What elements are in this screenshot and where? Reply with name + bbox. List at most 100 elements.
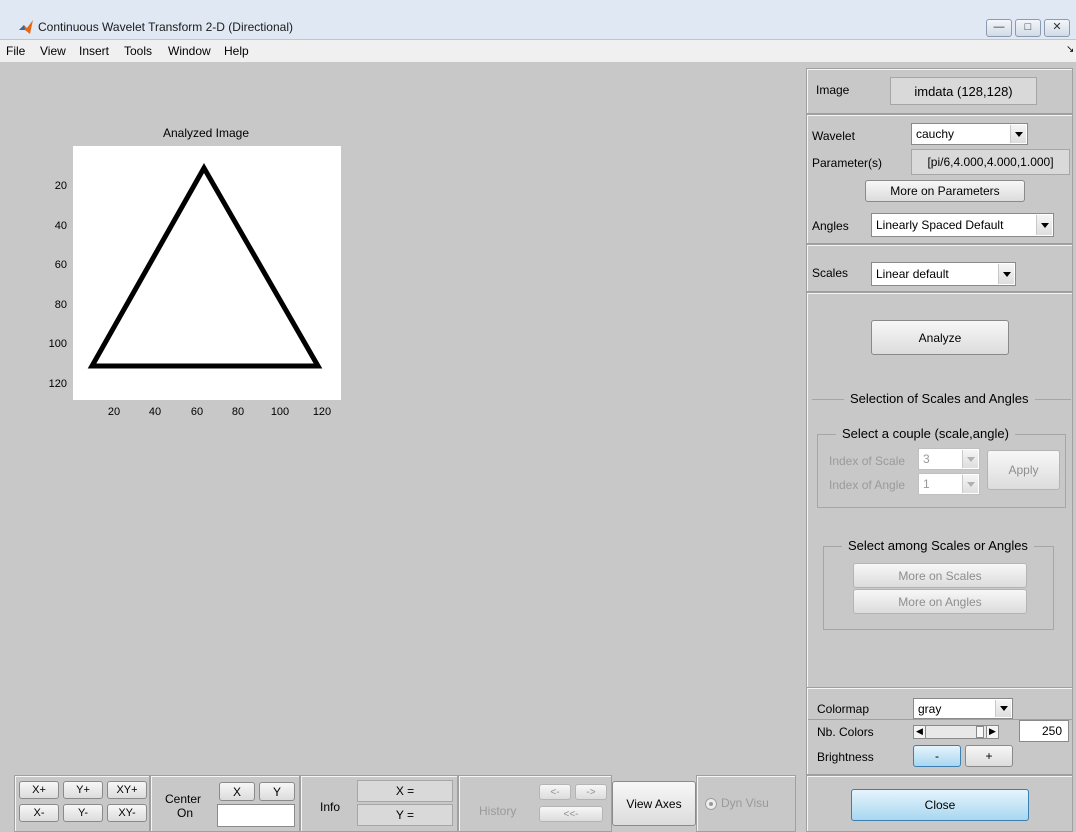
couple-title: Select a couple (scale,angle): [836, 426, 1015, 441]
radio-dot-icon: [709, 802, 713, 806]
y-tick-label: 20: [55, 180, 67, 192]
nb-colors-slider[interactable]: ◀ ▶: [913, 725, 999, 739]
image-panel: Image imdata (128,128): [806, 68, 1073, 114]
angles-select[interactable]: Linearly Spaced Default: [871, 213, 1054, 237]
y-tick-label: 120: [49, 378, 67, 390]
window-title: Continuous Wavelet Transform 2-D (Direct…: [38, 20, 293, 34]
among-groupbox: [823, 546, 1054, 630]
among-title: Select among Scales or Angles: [842, 538, 1034, 553]
selection-title: Selection of Scales and Angles: [844, 391, 1035, 406]
scales-select[interactable]: Linear default: [871, 262, 1016, 286]
chevron-down-icon: [1036, 215, 1052, 235]
brightness-minus-button[interactable]: -: [913, 745, 961, 767]
menu-bar: File View Insert Tools Window Help ↘: [0, 40, 1076, 62]
analysis-panel: Analyze Selection of Scales and Angles S…: [806, 292, 1073, 720]
wavelet-label: Wavelet: [812, 129, 855, 143]
analyzed-image-plot: Analyzed Image 20 40 60 80 100 120 20 40…: [49, 126, 341, 418]
wavelet-select-value: cauchy: [916, 127, 955, 141]
scales-panel: Scales Linear default: [806, 244, 1073, 292]
x-tick-label: 20: [108, 406, 120, 418]
history-back-button[interactable]: <-: [539, 784, 571, 800]
colormap-panel: Colormap gray Nb. Colors ◀ ▶ 250 Brightn…: [806, 687, 1073, 775]
xy-plus-button[interactable]: XY+: [107, 781, 147, 799]
y-tick-label: 60: [55, 259, 67, 271]
menu-view[interactable]: View: [40, 44, 66, 58]
dyn-visu-label: Dyn Visu: [721, 796, 769, 810]
y-plus-button[interactable]: Y+: [63, 781, 103, 799]
scales-label: Scales: [812, 266, 849, 280]
menu-tools[interactable]: Tools: [124, 44, 152, 58]
index-of-angle-select[interactable]: 1: [918, 473, 980, 495]
more-on-scales-button[interactable]: More on Scales: [853, 563, 1027, 588]
colormap-label: Colormap: [817, 702, 870, 716]
apply-button[interactable]: Apply: [987, 450, 1060, 490]
x-coordinate-readout: X =: [357, 780, 453, 802]
xy-minus-button[interactable]: XY-: [107, 804, 147, 822]
menu-window[interactable]: Window: [168, 44, 211, 58]
x-tick-label: 100: [271, 406, 289, 418]
brightness-label: Brightness: [817, 750, 874, 764]
center-x-button[interactable]: X: [219, 782, 255, 801]
slider-thumb[interactable]: [976, 726, 984, 738]
colormap-value: gray: [918, 701, 942, 716]
parameters-field: [pi/6,4.000,4.000,1.000]: [911, 149, 1070, 175]
angles-label: Angles: [812, 219, 849, 233]
matlab-icon: [19, 20, 33, 34]
history-first-button[interactable]: <<-: [539, 806, 603, 822]
dyn-visu-panel: Dyn Visu: [696, 775, 796, 832]
wavelet-select[interactable]: cauchy: [911, 123, 1028, 145]
image-name-field: imdata (128,128): [890, 77, 1037, 105]
toolbar-arrow-icon[interactable]: ↘: [1066, 44, 1074, 55]
history-forward-button[interactable]: ->: [575, 784, 607, 800]
y-coordinate-readout: Y =: [357, 804, 453, 826]
x-plus-button[interactable]: X+: [19, 781, 59, 799]
chevron-down-icon: [998, 264, 1014, 284]
maximize-icon[interactable]: □: [1015, 19, 1041, 37]
chevron-down-icon: [995, 700, 1011, 717]
x-tick-label: 120: [313, 406, 331, 418]
x-tick-label: 60: [191, 406, 203, 418]
close-icon[interactable]: ✕: [1044, 19, 1070, 37]
figure-area: Analyzed Image 20 40 60 80 100 120 20 40…: [0, 62, 1076, 832]
chevron-down-icon: [962, 450, 978, 468]
index-of-scale-select[interactable]: 3: [918, 448, 980, 470]
index-of-angle-value: 1: [923, 477, 930, 491]
slider-right-arrow-icon[interactable]: ▶: [986, 726, 998, 738]
wavelet-panel: Wavelet cauchy Parameter(s) [pi/6,4.000,…: [806, 114, 1073, 244]
brightness-plus-button[interactable]: +: [965, 745, 1013, 767]
y-tick-label: 40: [55, 220, 67, 232]
parameters-label: Parameter(s): [812, 156, 883, 170]
image-label: Image: [816, 83, 850, 97]
menu-help[interactable]: Help: [224, 44, 249, 58]
x-minus-button[interactable]: X-: [19, 804, 59, 822]
info-label: Info: [320, 800, 341, 814]
close-panel: Close: [806, 775, 1073, 832]
y-tick-label: 100: [49, 338, 67, 350]
slider-left-arrow-icon[interactable]: ◀: [914, 726, 926, 738]
colormap-select[interactable]: gray: [913, 698, 1013, 719]
center-on-input[interactable]: [217, 804, 295, 827]
dyn-visu-radio[interactable]: [705, 798, 717, 810]
x-tick-label: 40: [149, 406, 161, 418]
center-y-button[interactable]: Y: [259, 782, 295, 801]
center-on-panel: Center On X Y: [150, 775, 300, 832]
menu-file[interactable]: File: [6, 44, 25, 58]
image-canvas: [73, 146, 341, 400]
view-axes-button[interactable]: View Axes: [612, 781, 696, 826]
more-on-parameters-button[interactable]: More on Parameters: [865, 180, 1025, 202]
close-button[interactable]: Close: [851, 789, 1029, 821]
on-label: On: [177, 806, 194, 820]
history-label: History: [479, 804, 517, 818]
more-on-angles-button[interactable]: More on Angles: [853, 589, 1027, 614]
index-of-angle-label: Index of Angle: [829, 478, 906, 492]
chevron-down-icon: [962, 475, 978, 493]
index-of-scale-label: Index of Scale: [829, 454, 906, 468]
y-minus-button[interactable]: Y-: [63, 804, 103, 822]
nb-colors-label: Nb. Colors: [817, 725, 874, 739]
x-tick-label: 80: [232, 406, 244, 418]
y-tick-label: 80: [55, 299, 67, 311]
menu-insert[interactable]: Insert: [79, 44, 109, 58]
analyze-button[interactable]: Analyze: [871, 320, 1009, 355]
minimize-icon[interactable]: —: [986, 19, 1012, 37]
nb-colors-input[interactable]: 250: [1019, 720, 1069, 742]
